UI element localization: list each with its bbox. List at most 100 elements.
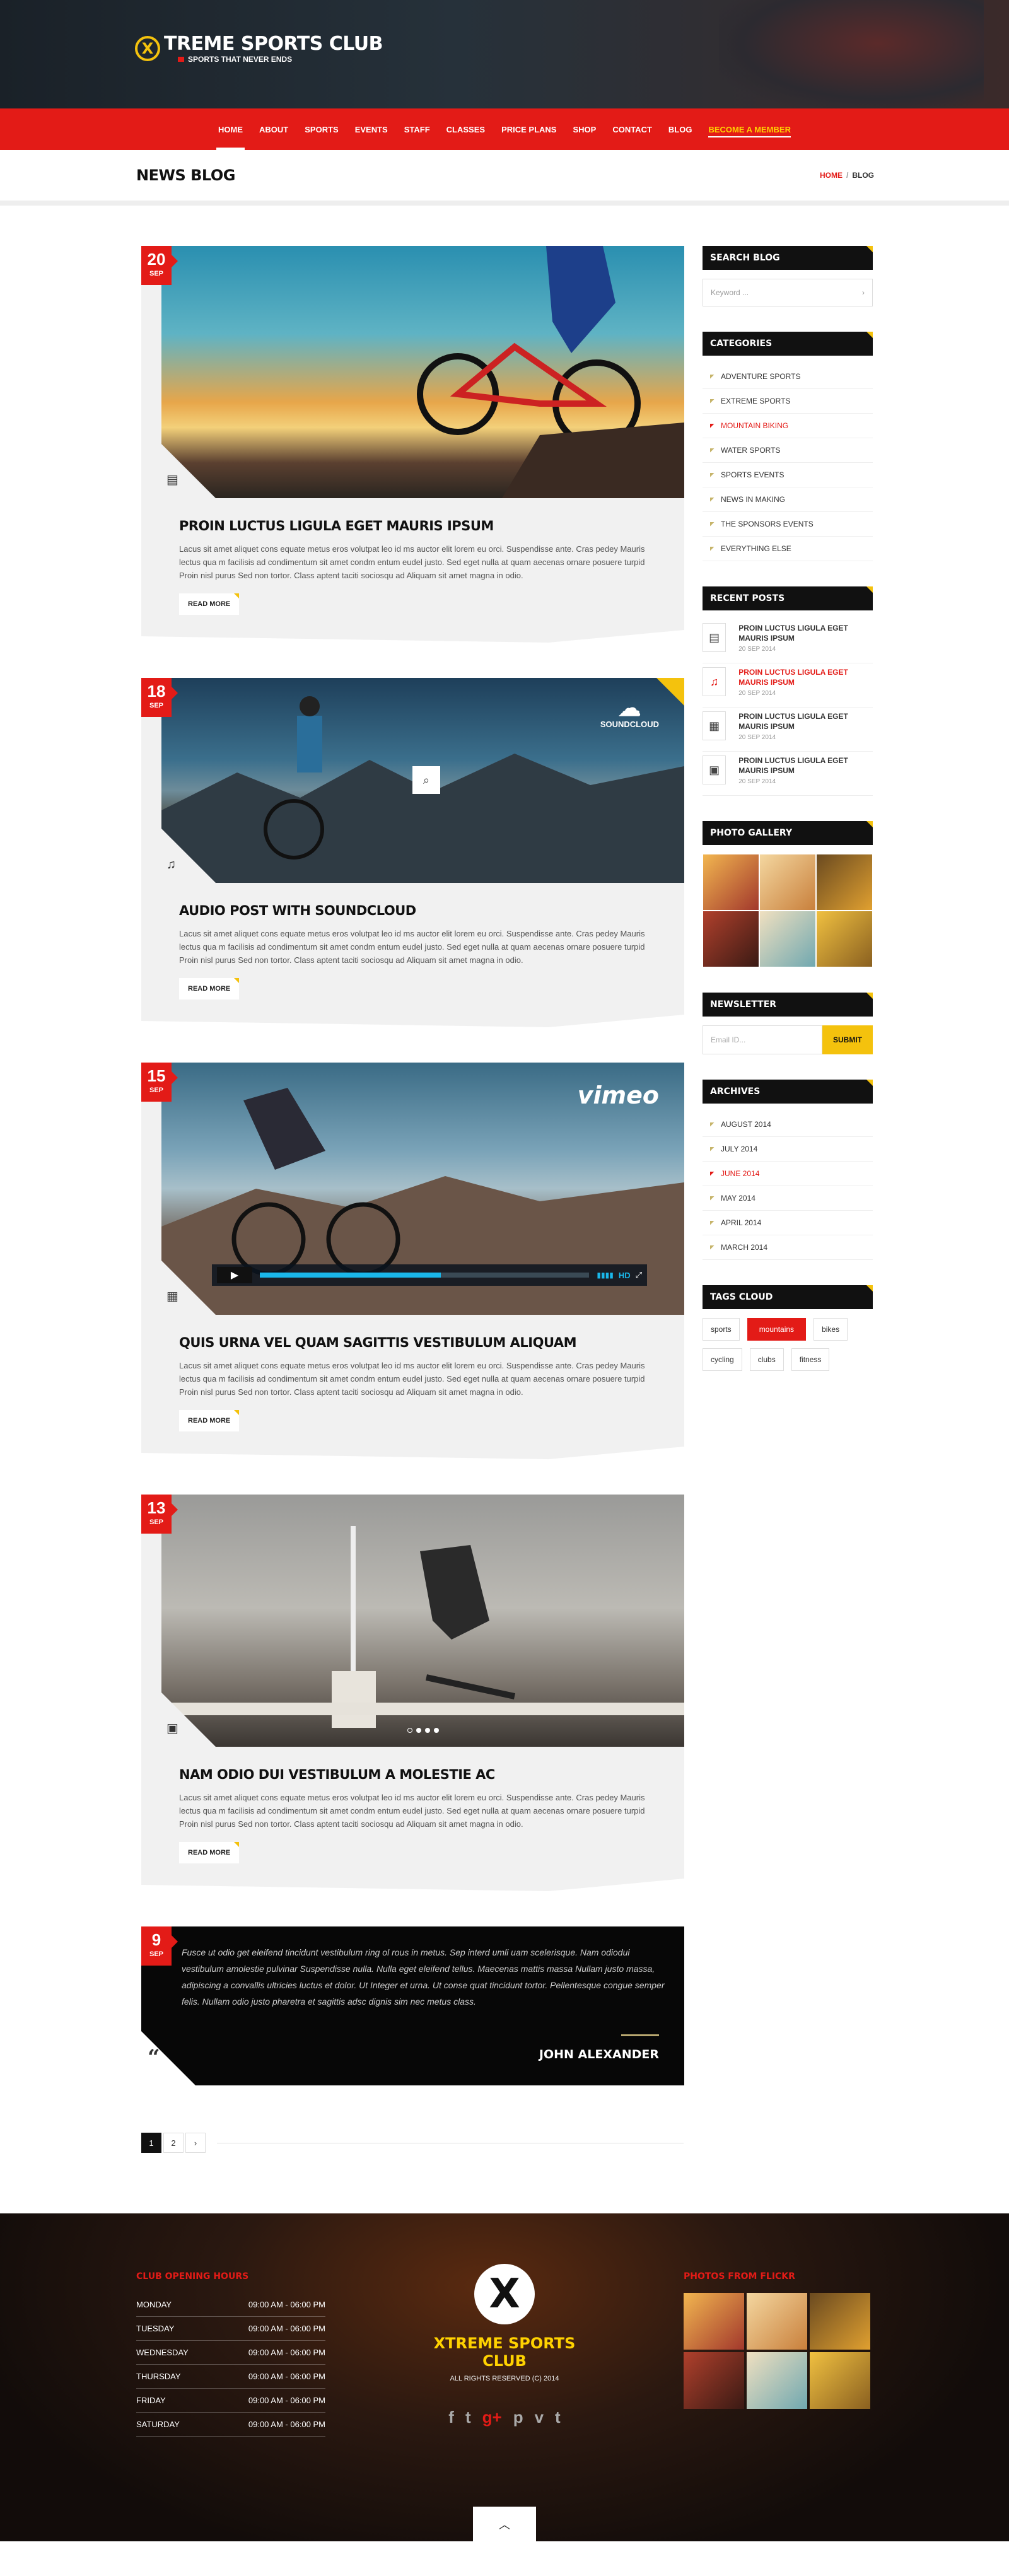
hd-toggle[interactable]: HD (619, 1271, 631, 1280)
recent-post-item[interactable]: ▣ PROIN LUCTUS LIGULA EGET MAURIS IPSUM 20… (703, 752, 873, 796)
nav-shop[interactable]: SHOP (564, 108, 604, 150)
recent-post-title[interactable]: PROIN LUCTUS LIGULA EGET MAURIS IPSUM (738, 623, 873, 643)
recent-post-title[interactable]: PROIN LUCTUS LIGULA EGET MAURIS IPSUM (738, 667, 873, 687)
read-more-button[interactable]: READ MORE (179, 593, 239, 615)
category-item[interactable]: EXTREME SPORTS (703, 389, 873, 414)
flickr-photo[interactable] (684, 2293, 744, 2350)
nav-sports[interactable]: SPORTS (296, 108, 346, 150)
back-to-top-button[interactable]: ︿ (473, 2507, 536, 2541)
recent-post-item[interactable]: ▦ PROIN LUCTUS LIGULA EGET MAURIS IPSUM 20… (703, 708, 873, 752)
video-progress-fill (260, 1273, 441, 1278)
image-slider[interactable] (161, 1495, 684, 1747)
post-title[interactable]: NAM ODIO DUI VESTIBULUM A MOLESTIE AC (179, 1767, 659, 1782)
read-more-button[interactable]: READ MORE (179, 978, 239, 1000)
nav-events[interactable]: EVENTS (347, 108, 396, 150)
post-title[interactable]: PROIN LUCTUS LIGULA EGET MAURIS IPSUM (179, 518, 659, 533)
recent-post-title[interactable]: PROIN LUCTUS LIGULA EGET MAURIS IPSUM (738, 711, 873, 731)
photo-gallery-grid (703, 854, 873, 967)
category-item[interactable]: NEWS IN MAKING (703, 487, 873, 512)
volume-icon[interactable]: ▮▮▮▮ (597, 1271, 613, 1279)
tag-link[interactable]: sports (703, 1318, 740, 1341)
recent-post-title[interactable]: PROIN LUCTUS LIGULA EGET MAURIS IPSUM (738, 755, 873, 776)
post-date: 18 SEP (141, 678, 172, 717)
post-date: 9 SEP (141, 1926, 178, 1966)
newsletter-submit-button[interactable]: SUBMIT (822, 1025, 873, 1054)
soundcloud-badge[interactable]: ☁ SOUNDCLOUD (600, 697, 659, 729)
slider-dot[interactable] (416, 1728, 421, 1733)
fullscreen-icon[interactable]: ⤢ (636, 1270, 642, 1280)
video-player[interactable]: vimeo ▶ ▮▮▮▮ HD ⤢ (161, 1063, 684, 1315)
category-item[interactable]: ADVENTURE SPORTS (703, 364, 873, 389)
category-item[interactable]: MOUNTAIN BIKING (703, 414, 873, 438)
archive-item[interactable]: MARCH 2014 (703, 1235, 873, 1260)
category-item[interactable]: WATER SPORTS (703, 438, 873, 463)
google-plus-icon[interactable]: g+ (482, 2408, 502, 2427)
flickr-photo[interactable] (810, 2293, 870, 2350)
category-item[interactable]: EVERYTHING ELSE (703, 537, 873, 561)
archive-item[interactable]: AUGUST 2014 (703, 1112, 873, 1137)
slider-dot[interactable] (407, 1728, 412, 1733)
vimeo-icon[interactable]: v (535, 2408, 544, 2427)
flickr-grid (684, 2293, 879, 2409)
tag-link[interactable]: clubs (749, 1348, 784, 1371)
flickr-photo[interactable] (747, 2293, 807, 2350)
nav-contact[interactable]: CONTACT (604, 108, 660, 150)
gallery-photo[interactable] (703, 854, 759, 911)
flickr-photo[interactable] (810, 2352, 870, 2409)
play-icon[interactable]: ▶ (217, 1267, 252, 1283)
tag-link[interactable]: bikes (814, 1318, 848, 1341)
post-title[interactable]: AUDIO POST WITH SOUNDCLOUD (179, 903, 659, 918)
post-image[interactable]: ⌕ ☁ SOUNDCLOUD (161, 678, 684, 883)
flickr-photo[interactable] (747, 2352, 807, 2409)
page-1-button[interactable]: 1 (141, 2133, 161, 2153)
tag-link[interactable]: mountains (747, 1318, 807, 1341)
page-2-button[interactable]: 2 (163, 2133, 184, 2153)
recent-post-item[interactable]: ♫ PROIN LUCTUS LIGULA EGET MAURIS IPSUM 20… (703, 663, 873, 708)
breadcrumb-home[interactable]: HOME (820, 171, 843, 180)
post-image[interactable] (161, 246, 684, 498)
gallery-photo[interactable] (759, 911, 816, 967)
nav-home[interactable]: HOME (210, 108, 251, 150)
gallery-photo[interactable] (759, 854, 816, 911)
recent-post-item[interactable]: ▤ PROIN LUCTUS LIGULA EGET MAURIS IPSUM 20… (703, 619, 873, 663)
nav-become-member[interactable]: BECOME A MEMBER (700, 108, 798, 150)
post-month: SEP (149, 1518, 163, 1526)
nav-price-plans[interactable]: PRICE PLANS (493, 108, 564, 150)
newsletter-email-input[interactable]: Email ID... (703, 1025, 822, 1054)
gallery-photo[interactable] (816, 854, 873, 911)
search-icon[interactable]: ⌕ (412, 766, 440, 794)
archive-item[interactable]: JULY 2014 (703, 1137, 873, 1162)
footer-logo[interactable]: X (474, 2264, 535, 2324)
nav-staff[interactable]: STAFF (396, 108, 438, 150)
category-item[interactable]: SPORTS EVENTS (703, 463, 873, 487)
tag-link[interactable]: fitness (791, 1348, 830, 1371)
archive-item[interactable]: JUNE 2014 (703, 1162, 873, 1186)
post-title[interactable]: QUIS URNA VEL QUAM SAGITTIS VESTIBULUM A… (179, 1335, 659, 1350)
slider-dot[interactable] (434, 1728, 439, 1733)
next-page-button[interactable]: › (185, 2133, 206, 2153)
twitter-icon[interactable]: t (465, 2408, 471, 2427)
read-more-button[interactable]: READ MORE (179, 1842, 239, 1863)
slider-dot[interactable] (425, 1728, 430, 1733)
gallery-photo[interactable] (703, 911, 759, 967)
category-item[interactable]: THE SPONSORS EVENTS (703, 512, 873, 537)
post-excerpt: Lacus sit amet aliquet cons equate metus… (179, 1793, 645, 1829)
site-logo[interactable]: X TREME SPORTS CLUB SPORTS THAT NEVER EN… (135, 33, 383, 64)
tumblr-icon[interactable]: t (555, 2408, 561, 2427)
site-title: TREME SPORTS CLUB (164, 33, 383, 55)
nav-classes[interactable]: CLASSES (438, 108, 493, 150)
facebook-icon[interactable]: f (448, 2408, 454, 2427)
document-icon: ▤ (703, 623, 726, 652)
archive-item[interactable]: MAY 2014 (703, 1186, 873, 1211)
read-more-button[interactable]: READ MORE (179, 1410, 239, 1431)
flickr-photo[interactable] (684, 2352, 744, 2409)
nav-blog[interactable]: BLOG (660, 108, 701, 150)
gallery-photo[interactable] (816, 911, 873, 967)
tag-link[interactable]: cycling (703, 1348, 742, 1371)
pinterest-icon[interactable]: p (513, 2408, 523, 2427)
chevron-right-icon[interactable]: › (862, 288, 865, 297)
nav-about[interactable]: ABOUT (251, 108, 296, 150)
search-input[interactable]: Keyword ... › (703, 279, 873, 306)
video-progress[interactable] (260, 1273, 589, 1278)
archive-item[interactable]: APRIL 2014 (703, 1211, 873, 1235)
